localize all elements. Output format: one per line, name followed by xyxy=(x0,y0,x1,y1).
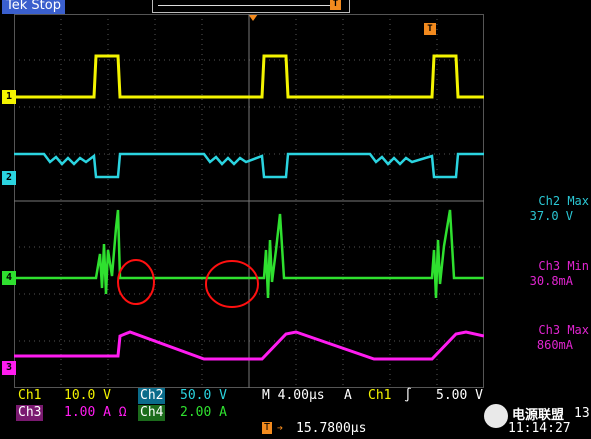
ch2-label[interactable]: Ch2 xyxy=(138,388,166,404)
ch2-scale: 50.0 V xyxy=(180,388,227,403)
annotation-circle-2 xyxy=(205,260,259,308)
ch3-label[interactable]: Ch3 xyxy=(16,405,44,421)
ch3-ground-marker[interactable]: 3 xyxy=(2,361,16,375)
trigger-pos-icon: T xyxy=(262,422,273,434)
watermark-text: 电源联盟 xyxy=(512,408,565,423)
timebase-readout[interactable]: M 4.00µs xyxy=(262,388,325,404)
measure-ch2-max-label: Ch2 Max xyxy=(538,194,589,208)
time-readout: 11:14:27 xyxy=(508,421,571,436)
measurement-panel: Ch2 Max 37.0 V Ch3 Min 30.8mA Ch3 Max 86… xyxy=(486,190,591,360)
ch4-ground-marker[interactable]: 4 xyxy=(2,271,16,285)
ch2-ground-marker[interactable]: 2 xyxy=(2,171,16,185)
graticule-grid xyxy=(14,14,484,388)
measure-ch3-min-value: 30.8mA xyxy=(529,274,573,288)
waveform-display[interactable] xyxy=(14,14,484,388)
record-bar-line xyxy=(158,5,333,6)
top-status-bar: Tek Stop T xyxy=(0,0,591,14)
trigger-pos-arrow-icon: ➔ xyxy=(277,423,284,434)
trigger-slope-icon: ∫ xyxy=(404,388,412,403)
trigger-position: 15.7800µs xyxy=(296,421,367,436)
trigger-position-icon: T xyxy=(330,0,341,10)
trigger-mode: A xyxy=(344,388,352,403)
acquisition-status[interactable]: Tek Stop xyxy=(2,0,65,14)
measure-ch2-max-value: 37.0 V xyxy=(529,209,573,223)
ch3-scale: 1.00 A Ω xyxy=(64,405,127,420)
ch4-scale: 2.00 A xyxy=(180,405,227,420)
annotation-circle-1 xyxy=(117,259,155,305)
ch4-label[interactable]: Ch4 xyxy=(138,405,166,421)
ch1-label[interactable]: Ch1 xyxy=(18,388,41,404)
watermark-logo-icon xyxy=(484,404,508,428)
ch1-ground-marker[interactable]: 1 xyxy=(2,90,16,104)
date-readout: 13 xyxy=(574,406,590,421)
measure-ch3-max-value: 860mA xyxy=(536,338,573,352)
measure-ch3-max-label: Ch3 Max xyxy=(538,323,589,337)
trigger-level: 5.00 V xyxy=(436,388,483,403)
record-position-bar[interactable]: T xyxy=(152,0,350,13)
trigger-source[interactable]: Ch1 xyxy=(368,388,391,404)
ch1-scale: 10.0 V xyxy=(64,388,111,403)
measure-ch3-min-label: Ch3 Min xyxy=(538,259,589,273)
